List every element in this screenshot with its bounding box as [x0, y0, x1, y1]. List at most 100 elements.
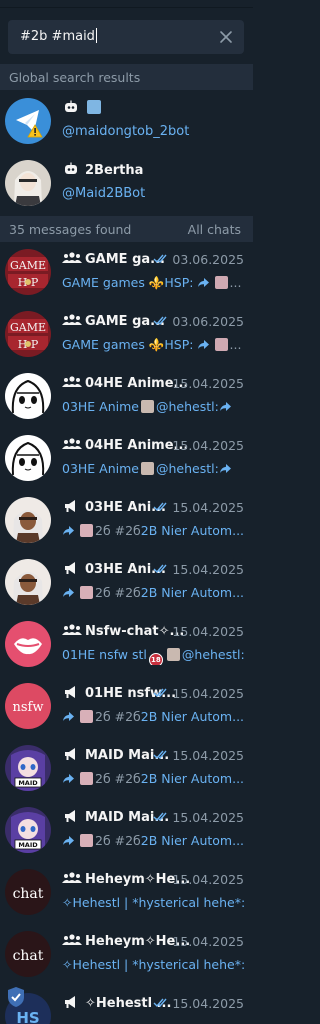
global-results-label: Global search results [9, 70, 141, 85]
message-result-item[interactable]: chat Heheym✧He... 15.04.2025 ✧Hehestl | *hy… [0, 923, 253, 985]
message-date-text: 15.04.2025 [172, 562, 244, 577]
forward-icon [219, 400, 232, 411]
sticker-emoji-icon [80, 586, 93, 599]
message-date-text: 15.04.2025 [172, 500, 244, 515]
preview-sender: 03HE Anime [62, 461, 139, 476]
forward-icon [197, 338, 210, 349]
message-result-item[interactable]: MAID MAID Mai... 15.04.2025 2б #2б2B Nier A… [0, 737, 253, 799]
chat-avatar [5, 559, 51, 605]
message-result-item[interactable]: GAME H P GAME ga... 03.06.2025 GAME games ⚜️… [0, 303, 253, 365]
message-result-item[interactable]: HS ✧Hehestl ... 15.04.2025 [0, 985, 253, 1024]
message-preview: 2б #2б2B Nier Autom... [62, 523, 245, 541]
message-result-item[interactable]: 03HE Ani... 15.04.2025 2б #2б2B Nier Autom… [0, 489, 253, 551]
message-result-item[interactable]: MAID MAID Mai... 15.04.2025 2б #2б2B Nier A… [0, 799, 253, 861]
adult-badge-icon: 18 [148, 653, 163, 665]
text-caret [95, 28, 97, 43]
search-bar: #2b #maid [0, 8, 253, 64]
preview-text: @hehestl: [156, 461, 219, 476]
message-result-item[interactable]: 03HE Ani... 15.04.2025 2б #2б2B Nier Autom… [0, 551, 253, 613]
preview-sender: 2б #2б [95, 585, 141, 600]
svg-text:chat: chat [13, 948, 44, 964]
window-top-strip [0, 0, 253, 8]
chat-avatar: nsfw [5, 683, 51, 729]
preview-text: @hehestl: [181, 647, 245, 662]
chat-avatar [5, 435, 51, 481]
forward-icon [62, 834, 75, 845]
all-chats-filter[interactable]: All chats [188, 222, 241, 237]
castle-emoji-icon [166, 648, 180, 661]
bot-avatar [5, 98, 51, 144]
result-name [62, 100, 247, 118]
preview-text: ... [229, 337, 242, 352]
message-preview: ✧Hehestl | *hysterical hehe*: [62, 957, 245, 975]
message-preview: GAME games ⚜️HSP:... [62, 337, 245, 355]
group-icon [62, 933, 82, 947]
preview-sender: 01HE nsfw stl [62, 647, 147, 662]
read-checks-icon [153, 500, 169, 512]
message-date: 03.06.2025 [153, 252, 244, 267]
read-checks-icon [153, 810, 169, 822]
message-date: 03.06.2025 [153, 314, 244, 329]
channel-icon [62, 685, 82, 699]
global-result-item[interactable]: @maidongtob_2bot [0, 90, 253, 152]
preview-text: 2B Nier Autom... [140, 523, 245, 538]
global-result-item[interactable]: 2Bertha @Maid2BBot [0, 152, 253, 214]
sticker-emoji-icon [80, 772, 93, 785]
svg-text:GAME: GAME [10, 259, 46, 272]
message-preview [62, 1019, 245, 1024]
search-input[interactable]: #2b #maid [8, 20, 244, 54]
forward-icon [219, 462, 232, 473]
preview-sender: ✧Hehestl | *hysterical hehe*: [62, 895, 245, 910]
result-name-text: 2Bertha [85, 163, 144, 178]
message-date-text: 15.04.2025 [172, 810, 244, 825]
chat-avatar: GAME H P [5, 249, 51, 295]
message-date: 15.04.2025 [172, 438, 244, 453]
message-result-item[interactable]: nsfw 01HE nsfw... 15.04.2025 2б #2б2B Nier … [0, 675, 253, 737]
message-date-text: 03.06.2025 [172, 314, 244, 329]
preview-text: 2B Nier Autom... [140, 585, 245, 600]
read-checks-icon [153, 996, 169, 1008]
svg-text:MAID: MAID [18, 779, 38, 787]
group-icon [62, 251, 82, 265]
forward-icon [62, 524, 75, 535]
svg-text:chat: chat [13, 886, 44, 902]
message-date-text: 15.04.2025 [172, 376, 244, 391]
message-date-text: 15.04.2025 [172, 624, 244, 639]
preview-text: 2B Nier Autom... [140, 771, 245, 786]
message-date: 15.04.2025 [172, 624, 244, 639]
channel-icon [62, 995, 82, 1009]
message-result-item[interactable]: chat Heheym✧He... 15.04.2025 ✧Hehestl | *hy… [0, 861, 253, 923]
message-date-text: 03.06.2025 [172, 252, 244, 267]
scrollbar[interactable] [251, 60, 253, 1020]
read-checks-icon [153, 686, 169, 698]
chat-avatar: GAME H P [5, 311, 51, 357]
preview-text: @hehestl: [156, 399, 219, 414]
message-date: 15.04.2025 [153, 748, 244, 763]
chat-avatar [5, 497, 51, 543]
channel-icon [62, 561, 82, 575]
channel-icon [62, 499, 82, 513]
bot-avatar [5, 160, 51, 206]
forward-icon [197, 276, 210, 287]
preview-sender: GAME games ⚜️HSP: [62, 275, 194, 290]
message-date: 15.04.2025 [153, 686, 244, 701]
message-result-item[interactable]: 04HE Anime... 15.04.2025 03HE Anime @hehest… [0, 365, 253, 427]
message-result-item[interactable]: 04HE Anime... 15.04.2025 03HE Anime @hehest… [0, 427, 253, 489]
read-checks-icon [153, 314, 169, 326]
preview-sender: ✧Hehestl | *hysterical hehe*: [62, 957, 245, 972]
group-icon [62, 375, 82, 389]
sticker-emoji-icon [214, 338, 228, 351]
message-preview: 03HE Anime @hehestl: [62, 461, 245, 479]
message-result-item[interactable]: GAME H P GAME ga... 03.06.2025 GAME games ⚜️… [0, 241, 253, 303]
preview-text: 2B Nier Autom... [140, 833, 245, 848]
group-icon [62, 437, 82, 451]
message-result-item[interactable]: Nsfw-chat✧... 15.04.2025 01HE nsfw stl 18 @h… [0, 613, 253, 675]
chat-avatar: MAID [5, 807, 51, 853]
channel-icon [62, 747, 82, 761]
message-preview: 2б #2б2B Nier Autom... [62, 709, 245, 727]
message-preview: 2б #2б2B Nier Autom... [62, 585, 245, 603]
shield-icon [8, 987, 24, 1007]
chat-name-text: Nsfw-chat✧... [85, 624, 185, 639]
clear-search-button[interactable] [216, 27, 236, 47]
forward-icon [62, 710, 75, 721]
